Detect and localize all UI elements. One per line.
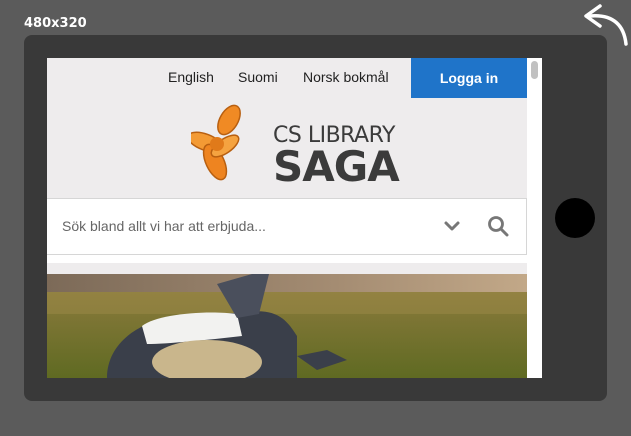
hero-image — [47, 274, 527, 378]
chevron-down-icon[interactable] — [443, 217, 461, 235]
content-divider — [47, 255, 527, 263]
search-icon[interactable] — [487, 215, 509, 237]
scrollbar[interactable] — [527, 58, 542, 378]
scrollbar-thumb[interactable] — [531, 61, 538, 79]
viewport-size-label: 480x320 — [24, 16, 87, 31]
language-english-link[interactable]: English — [168, 69, 214, 85]
search-input[interactable] — [62, 215, 422, 237]
logo-text-bottom: SAGA — [273, 142, 400, 191]
search-bar — [47, 198, 527, 255]
language-norsk-link[interactable]: Norsk bokmål — [303, 69, 389, 85]
language-suomi-link[interactable]: Suomi — [238, 69, 278, 85]
device-screen: English Suomi Norsk bokmål Logga in CS L… — [47, 58, 542, 378]
login-button[interactable]: Logga in — [411, 58, 527, 98]
library-logo-icon — [191, 104, 241, 181]
home-button[interactable] — [555, 198, 595, 238]
